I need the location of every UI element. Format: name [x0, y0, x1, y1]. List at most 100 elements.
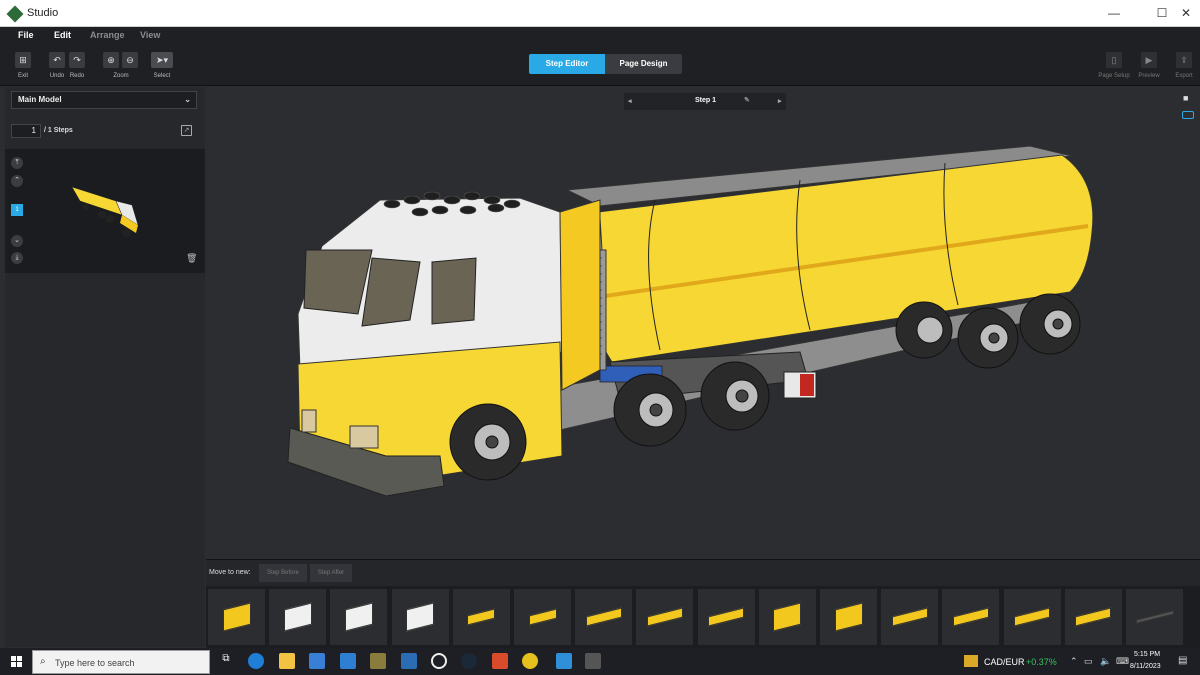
show-hidden-icons-icon[interactable]: ⌃ [1070, 656, 1078, 667]
undo-label: Undo [49, 73, 65, 79]
zoom-out-icon[interactable]: ⊖ [122, 52, 138, 68]
menu-arrange[interactable]: Arrange [90, 30, 125, 40]
part-tile[interactable] [942, 589, 1000, 645]
step-badge[interactable]: 1 [11, 204, 23, 216]
part-tile[interactable] [758, 589, 816, 645]
steps-total: / 1 Steps [44, 127, 73, 134]
zoom-in-icon[interactable]: ⊕ [103, 52, 119, 68]
page-setup-icon[interactable]: ▯ [1106, 52, 1122, 68]
keyboard-icon[interactable]: ⌨ [1116, 656, 1129, 667]
sync-app-icon[interactable] [431, 653, 447, 669]
maximize-button[interactable]: ☐ [1153, 5, 1171, 21]
part-tile[interactable] [391, 589, 449, 645]
part-tile[interactable] [881, 589, 939, 645]
menu-edit[interactable]: Edit [54, 30, 71, 40]
tab-step-editor[interactable]: Step Editor [529, 54, 605, 74]
part-tile[interactable] [208, 589, 265, 645]
photos-icon[interactable] [401, 653, 417, 669]
preview-label: Preview [1138, 73, 1160, 79]
plate-1x6b-icon [952, 607, 989, 627]
part-tile[interactable] [1003, 589, 1061, 645]
part-tile[interactable] [1064, 589, 1122, 645]
plate-2x2-icon [528, 608, 557, 626]
clock-date[interactable]: 8/11/2023 [1130, 663, 1161, 670]
todo-app-icon[interactable] [522, 653, 538, 669]
search-icon: ⌕ [40, 656, 46, 667]
step-before-button[interactable]: Step Before [259, 564, 307, 582]
parts-list [206, 586, 1200, 648]
move-to-new-label: Move to new: [209, 569, 251, 576]
brick-icon [406, 602, 435, 632]
part-tile[interactable] [636, 589, 694, 645]
angle-plate-icon [646, 607, 683, 627]
window-title-bar: Studio — ☐ ✕ [0, 0, 1200, 27]
network-icon[interactable]: ▭ [1084, 656, 1093, 667]
studio-logo-icon [6, 5, 24, 23]
studio-taskbar-icon[interactable] [556, 653, 572, 669]
task-view-icon[interactable]: ⧉ [218, 653, 234, 669]
menu-view[interactable]: View [140, 30, 160, 40]
add-step-icon[interactable]: ↗ [181, 125, 192, 136]
page-setup-label: Page Setup [1098, 73, 1130, 79]
windows-start-icon[interactable] [11, 656, 22, 667]
tab-page-design[interactable]: Page Design [605, 54, 682, 74]
edge-icon[interactable] [248, 653, 264, 669]
redo-label: Redo [69, 73, 85, 79]
angle-bracket-icon [773, 602, 802, 632]
game-app-icon[interactable] [585, 653, 601, 669]
current-step-input[interactable]: 1 [11, 124, 41, 138]
notifications-icon[interactable]: ▤ [1178, 655, 1187, 666]
file-explorer-icon[interactable] [279, 653, 295, 669]
plate-1x4b-icon [1014, 607, 1051, 627]
search-placeholder: Type here to search [55, 658, 135, 668]
steam-icon[interactable] [461, 653, 477, 669]
part-tile[interactable] [330, 589, 388, 645]
model-dropdown[interactable]: Main Model ⌄ [11, 91, 197, 109]
last-step-icon[interactable]: ⤓ [11, 252, 23, 264]
step-thumbnail[interactable] [66, 175, 146, 245]
preview-icon[interactable]: ▶ [1141, 52, 1157, 68]
menu-bar: File Edit Arrange View [0, 27, 1200, 45]
ticker-symbol[interactable]: CAD/EUR [984, 657, 1025, 667]
technic-brick-icon [834, 602, 863, 632]
clock-time[interactable]: 5:15 PM [1134, 651, 1160, 658]
volume-icon[interactable]: 🔈 [1100, 656, 1111, 667]
part-tile[interactable] [697, 589, 755, 645]
part-tile[interactable] [1126, 589, 1183, 645]
next-step-icon[interactable]: ⌄ [11, 235, 23, 247]
redo-icon[interactable]: ↷ [69, 52, 85, 68]
exit-label: Exit [17, 73, 28, 79]
part-tile[interactable] [269, 589, 327, 645]
taskbar-search-box[interactable]: ⌕ Type here to search [32, 650, 210, 674]
part-tile[interactable] [452, 589, 510, 645]
part-tile[interactable] [514, 589, 571, 645]
menu-file[interactable]: File [18, 30, 34, 40]
mail-icon[interactable] [340, 653, 356, 669]
export-icon[interactable]: ⇪ [1176, 52, 1192, 68]
part-tile[interactable] [820, 589, 877, 645]
part-tile[interactable] [575, 589, 633, 645]
previous-step-icon[interactable]: ⌃ [11, 175, 23, 187]
store-icon[interactable] [309, 653, 325, 669]
exit-icon[interactable]: ⊞ [15, 52, 31, 68]
map-app-icon[interactable] [370, 653, 386, 669]
ticker-icon [964, 655, 978, 667]
media-player-icon[interactable] [492, 653, 508, 669]
truck-model[interactable] [206, 87, 1200, 559]
ticker-change[interactable]: +0.37% [1026, 657, 1057, 667]
select-label: Select [153, 73, 171, 79]
undo-icon[interactable]: ↶ [49, 52, 65, 68]
chevron-down-icon: ⌄ [184, 95, 191, 104]
select-tool-icon[interactable]: ➤▾ [151, 52, 173, 68]
window-title: Studio [27, 7, 59, 19]
close-button[interactable]: ✕ [1177, 5, 1195, 21]
minimize-button[interactable]: — [1105, 5, 1123, 21]
first-step-icon[interactable]: ⤒ [11, 157, 23, 169]
step-after-button[interactable]: Step After [310, 564, 352, 582]
plate-1x6-icon [891, 607, 928, 627]
delete-step-icon[interactable]: 🗑 [186, 253, 197, 264]
plate-2x4-icon [708, 607, 745, 627]
zoom-label: Zoom [113, 73, 129, 79]
plate-1x8-icon [585, 607, 622, 627]
export-label: Export [1175, 73, 1193, 79]
